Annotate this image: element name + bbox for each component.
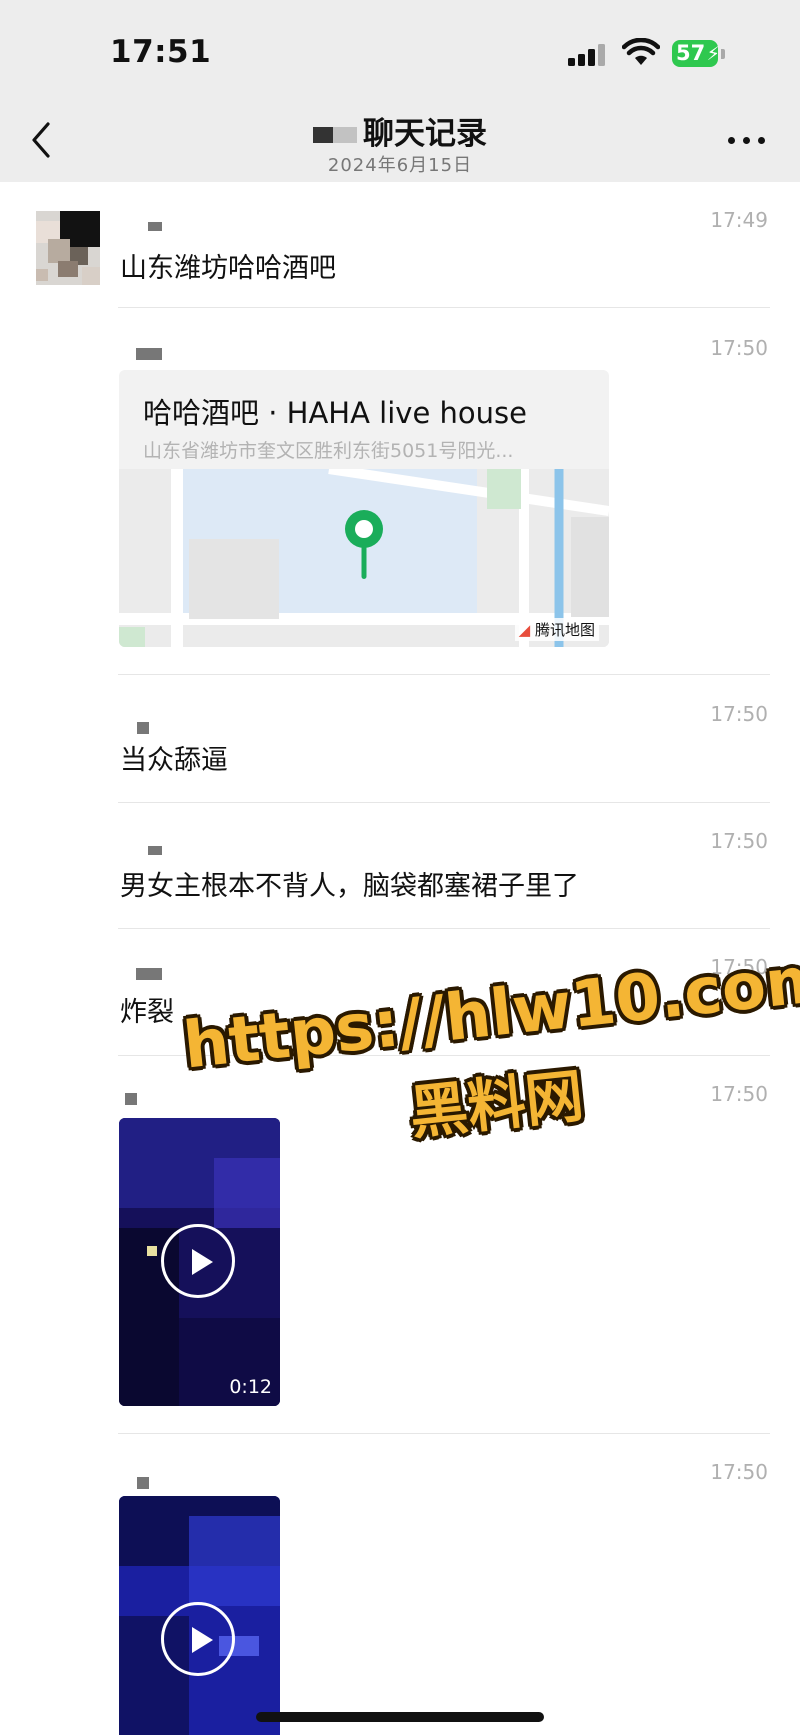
location-card[interactable]: 哈哈酒吧 · HAHA live house 山东省潍坊市奎文区胜利东街5051… bbox=[119, 370, 609, 647]
location-name: 哈哈酒吧 · HAHA live house bbox=[143, 396, 527, 430]
page-title-wrap: 聊天记录 bbox=[313, 108, 487, 153]
message-time: 17:50 bbox=[710, 336, 768, 360]
sender-name-redacted bbox=[137, 1477, 149, 1489]
avatar[interactable] bbox=[36, 211, 100, 285]
more-options-icon[interactable] bbox=[728, 137, 768, 147]
message-text: 男女主根本不背人，脑袋都塞裙子里了 bbox=[120, 871, 579, 902]
wifi-icon bbox=[622, 38, 660, 65]
play-icon[interactable] bbox=[161, 1602, 235, 1676]
title-area: 聊天记录 2024年6月15日 bbox=[0, 108, 800, 177]
sender-name-redacted bbox=[136, 348, 162, 360]
sender-name-redacted bbox=[137, 722, 149, 734]
cellular-signal-icon bbox=[568, 42, 610, 66]
message-time: 17:50 bbox=[710, 829, 768, 853]
map-credit: ◢ 腾讯地图 bbox=[514, 618, 599, 641]
video-thumbnail[interactable] bbox=[119, 1496, 280, 1735]
sender-name-redacted bbox=[148, 222, 162, 231]
page-title: 聊天记录 bbox=[363, 116, 487, 152]
battery-icon: 57 ⚡ bbox=[672, 40, 720, 67]
message-text: 山东潍坊哈哈酒吧 bbox=[120, 253, 336, 284]
message-text: 当众舔逼 bbox=[120, 745, 228, 776]
divider bbox=[118, 1433, 770, 1434]
message-time: 17:50 bbox=[710, 1460, 768, 1484]
location-pin-icon bbox=[345, 510, 383, 579]
map-thumbnail[interactable]: ◢ 腾讯地图 bbox=[119, 469, 609, 647]
divider bbox=[118, 674, 770, 675]
play-icon[interactable] bbox=[161, 1224, 235, 1298]
redacted-name bbox=[313, 127, 357, 143]
status-time: 17:51 bbox=[110, 34, 212, 70]
location-address: 山东省潍坊市奎文区胜利东街5051号阳光... bbox=[143, 440, 514, 462]
home-indicator[interactable] bbox=[256, 1712, 544, 1722]
divider bbox=[118, 802, 770, 803]
charging-bolt-icon: ⚡ bbox=[706, 43, 720, 65]
battery-level: 57 bbox=[676, 41, 706, 65]
tencent-map-logo-icon: ◢ bbox=[518, 621, 531, 639]
sender-name-redacted bbox=[125, 1093, 137, 1105]
battery-cap bbox=[721, 49, 725, 59]
page-subtitle: 2024年6月15日 bbox=[327, 155, 473, 176]
divider bbox=[118, 307, 770, 308]
top-bar: 17:51 57 ⚡ 聊天记录 2024年6月15日 bbox=[0, 0, 800, 182]
sender-name-redacted bbox=[148, 846, 162, 855]
message-time: 17:49 bbox=[710, 208, 768, 232]
watermark-name: 黑料网 bbox=[406, 1061, 587, 1148]
message-time: 17:50 bbox=[710, 702, 768, 726]
video-duration: 0:12 bbox=[229, 1376, 272, 1398]
map-credit-text: 腾讯地图 bbox=[534, 621, 595, 639]
sender-name-redacted bbox=[136, 968, 162, 980]
divider bbox=[118, 928, 770, 929]
watermark: https://hlw10.com 黑料网 bbox=[180, 942, 800, 1189]
message-text: 炸裂 bbox=[120, 997, 174, 1028]
